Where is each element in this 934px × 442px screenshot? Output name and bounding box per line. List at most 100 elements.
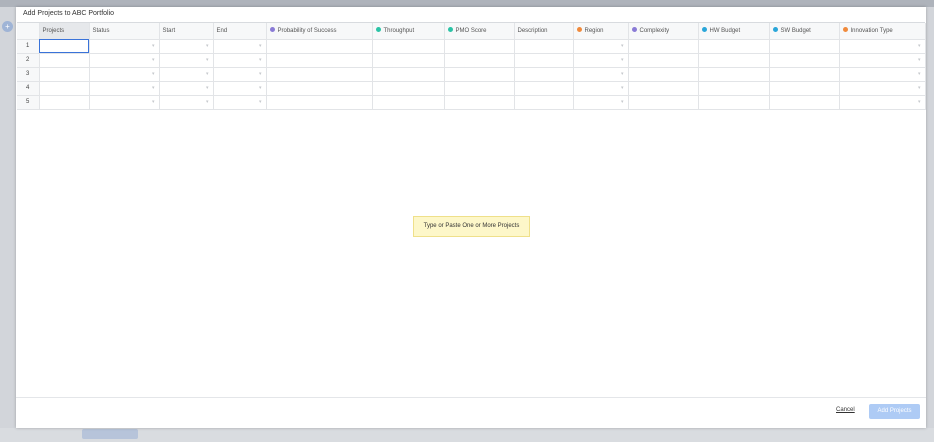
chevron-down-icon[interactable]: ▾ [206, 43, 209, 49]
grid-cell-projects[interactable] [39, 67, 90, 82]
column-header-complexity[interactable]: Complexity [628, 23, 699, 40]
grid-cell-pmo-score[interactable] [444, 95, 515, 110]
chevron-down-icon[interactable]: ▾ [152, 99, 155, 105]
grid-cell-start[interactable]: ▾ [159, 39, 214, 54]
grid-cell-start[interactable]: ▾ [159, 53, 214, 68]
add-projects-button[interactable]: Add Projects [869, 404, 920, 419]
grid-cell-region[interactable]: ▾ [573, 67, 629, 82]
column-header-start[interactable]: Start [159, 23, 214, 40]
column-header-description[interactable]: Description [514, 23, 574, 40]
grid-cell-probability-of-success[interactable] [266, 67, 373, 82]
chevron-down-icon[interactable]: ▾ [152, 43, 155, 49]
grid-cell-description[interactable] [514, 53, 574, 68]
grid-cell-hw-budget[interactable] [698, 67, 770, 82]
grid-cell-probability-of-success[interactable] [266, 39, 373, 54]
chevron-down-icon[interactable]: ▾ [259, 43, 262, 49]
chevron-down-icon[interactable]: ▾ [621, 85, 624, 91]
chevron-down-icon[interactable]: ▾ [152, 71, 155, 77]
chevron-down-icon[interactable]: ▾ [206, 57, 209, 63]
chevron-down-icon[interactable]: ▾ [152, 57, 155, 63]
grid-cell-end[interactable]: ▾ [213, 81, 267, 96]
grid-cell-probability-of-success[interactable] [266, 53, 373, 68]
column-header-innovation-type[interactable]: Innovation Type [839, 23, 926, 40]
grid-cell-end[interactable]: ▾ [213, 95, 267, 110]
chevron-down-icon[interactable]: ▾ [206, 99, 209, 105]
grid-cell-throughput[interactable] [372, 81, 445, 96]
grid-cell-end[interactable]: ▾ [213, 39, 267, 54]
grid-cell-sw-budget[interactable] [769, 39, 840, 54]
grid-cell-sw-budget[interactable] [769, 67, 840, 82]
chevron-down-icon[interactable]: ▾ [621, 71, 624, 77]
chevron-down-icon[interactable]: ▾ [918, 57, 921, 63]
chevron-down-icon[interactable]: ▾ [918, 85, 921, 91]
grid-cell-projects[interactable] [39, 81, 90, 96]
column-header-region[interactable]: Region [573, 23, 629, 40]
grid-cell-innovation-type[interactable]: ▾ [839, 81, 926, 96]
grid-cell-complexity[interactable] [628, 67, 699, 82]
chevron-down-icon[interactable]: ▾ [918, 71, 921, 77]
column-header-projects[interactable]: Projects [39, 23, 90, 40]
grid-cell-hw-budget[interactable] [698, 53, 770, 68]
grid-cell-throughput[interactable] [372, 67, 445, 82]
grid-cell-end[interactable]: ▾ [213, 53, 267, 68]
chevron-down-icon[interactable]: ▾ [621, 57, 624, 63]
chevron-down-icon[interactable]: ▾ [206, 85, 209, 91]
grid-cell-description[interactable] [514, 95, 574, 110]
grid-cell-projects[interactable] [39, 53, 90, 68]
grid-cell-status[interactable]: ▾ [89, 81, 160, 96]
grid-cell-status[interactable]: ▾ [89, 39, 160, 54]
grid-cell-innovation-type[interactable]: ▾ [839, 67, 926, 82]
grid-cell-pmo-score[interactable] [444, 67, 515, 82]
grid-cell-region[interactable]: ▾ [573, 39, 629, 54]
grid-cell-sw-budget[interactable] [769, 95, 840, 110]
grid-cell-throughput[interactable] [372, 95, 445, 110]
grid-cell-status[interactable]: ▾ [89, 67, 160, 82]
grid-cell-innovation-type[interactable]: ▾ [839, 53, 926, 68]
grid-cell-sw-budget[interactable] [769, 81, 840, 96]
chevron-down-icon[interactable]: ▾ [621, 43, 624, 49]
chevron-down-icon[interactable]: ▾ [259, 71, 262, 77]
grid-cell-probability-of-success[interactable] [266, 81, 373, 96]
grid-cell-region[interactable]: ▾ [573, 81, 629, 96]
grid-cell-description[interactable] [514, 81, 574, 96]
cancel-button[interactable]: Cancel [836, 407, 855, 413]
grid-cell-region[interactable]: ▾ [573, 95, 629, 110]
grid-cell-start[interactable]: ▾ [159, 95, 214, 110]
grid-cell-region[interactable]: ▾ [573, 53, 629, 68]
grid-cell-start[interactable]: ▾ [159, 67, 214, 82]
grid-cell-status[interactable]: ▾ [89, 95, 160, 110]
chevron-down-icon[interactable]: ▾ [918, 43, 921, 49]
grid-cell-projects[interactable] [39, 39, 90, 54]
grid-cell-complexity[interactable] [628, 39, 699, 54]
grid-cell-status[interactable]: ▾ [89, 53, 160, 68]
grid-cell-hw-budget[interactable] [698, 81, 770, 96]
grid-cell-innovation-type[interactable]: ▾ [839, 39, 926, 54]
grid-cell-throughput[interactable] [372, 53, 445, 68]
grid-cell-complexity[interactable] [628, 53, 699, 68]
grid-cell-description[interactable] [514, 67, 574, 82]
column-header-end[interactable]: End [213, 23, 267, 40]
chevron-down-icon[interactable]: ▾ [259, 99, 262, 105]
column-header-probability-of-success[interactable]: Probability of Success [266, 23, 373, 40]
grid-cell-pmo-score[interactable] [444, 39, 515, 54]
grid-cell-complexity[interactable] [628, 95, 699, 110]
grid-cell-sw-budget[interactable] [769, 53, 840, 68]
column-header-pmo-score[interactable]: PMO Score [444, 23, 515, 40]
grid-cell-hw-budget[interactable] [698, 39, 770, 54]
chevron-down-icon[interactable]: ▾ [621, 99, 624, 105]
chevron-down-icon[interactable]: ▾ [152, 85, 155, 91]
column-header-hw-budget[interactable]: HW Budget [698, 23, 770, 40]
grid-cell-end[interactable]: ▾ [213, 67, 267, 82]
grid-cell-complexity[interactable] [628, 81, 699, 96]
grid-cell-pmo-score[interactable] [444, 53, 515, 68]
grid-cell-throughput[interactable] [372, 39, 445, 54]
grid-cell-hw-budget[interactable] [698, 95, 770, 110]
chevron-down-icon[interactable]: ▾ [259, 85, 262, 91]
grid-cell-description[interactable] [514, 39, 574, 54]
grid-cell-probability-of-success[interactable] [266, 95, 373, 110]
grid-cell-pmo-score[interactable] [444, 81, 515, 96]
column-header-status[interactable]: Status [89, 23, 160, 40]
chevron-down-icon[interactable]: ▾ [918, 99, 921, 105]
grid-cell-projects[interactable] [39, 95, 90, 110]
chevron-down-icon[interactable]: ▾ [259, 57, 262, 63]
